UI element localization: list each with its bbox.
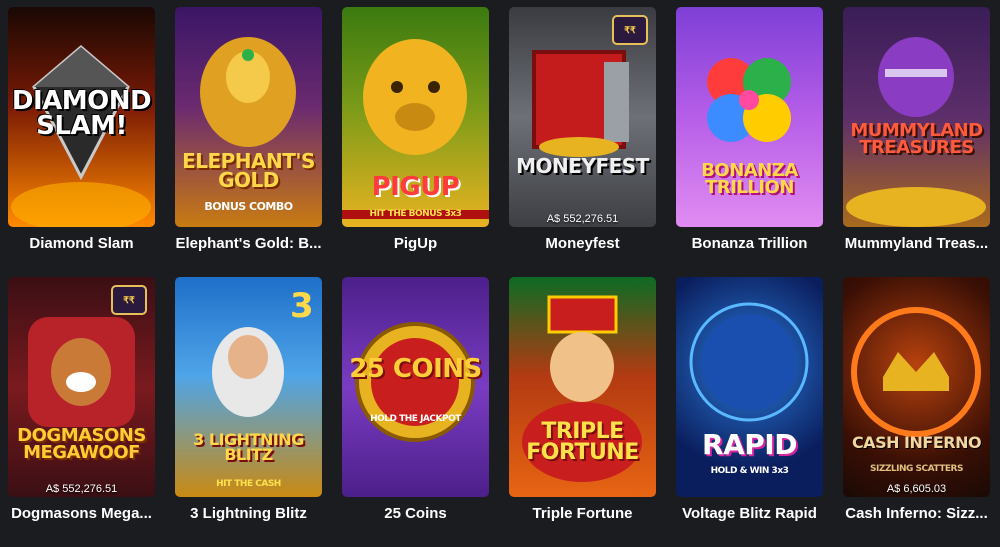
game-title[interactable]: Bonanza Trillion: [676, 235, 823, 252]
elephant-art-icon: [200, 37, 296, 147]
game-card[interactable]: PIGUP HIT THE BONUS 3x3 PigUp: [342, 7, 489, 277]
game-title[interactable]: 25 Coins: [342, 505, 489, 522]
game-logo: MUMMYLAND TREASURES: [850, 120, 983, 159]
game-card[interactable]: DIAMOND SLAM! Diamond Slam: [8, 7, 155, 277]
game-card[interactable]: ELEPHANT'S GOLD BONUS COMBO Elephant's G…: [175, 7, 322, 277]
game-title[interactable]: Voltage Blitz Rapid: [676, 505, 823, 522]
game-subtitle: HIT THE CASH: [216, 479, 281, 489]
game-thumbnail[interactable]: PIGUP HIT THE BONUS 3x3: [342, 7, 489, 227]
coin-art-icon: [355, 322, 475, 442]
game-title[interactable]: Diamond Slam: [8, 235, 155, 252]
game-card[interactable]: ₹₹ DOGMASONS MEGAWOOF A$ 552,276.51 Dogm…: [8, 277, 155, 547]
game-thumbnail[interactable]: ₹₹ DOGMASONS MEGAWOOF A$ 552,276.51: [8, 277, 155, 497]
game-subtitle: HOLD & WIN 3x3: [710, 466, 789, 476]
game-thumbnail[interactable]: BONANZA TRILLION: [676, 7, 823, 227]
game-title[interactable]: 3 Lightning Blitz: [175, 505, 322, 522]
svg-text:3: 3: [290, 286, 314, 326]
game-subtitle: HIT THE BONUS 3x3: [342, 210, 489, 219]
game-thumbnail[interactable]: MUMMYLAND TREASURES: [843, 7, 990, 227]
game-title[interactable]: Dogmasons Mega...: [8, 505, 155, 522]
game-logo: PIGUP: [371, 172, 460, 202]
game-logo: MONEYFEST: [516, 154, 649, 178]
game-subtitle: SIZZLING SCATTERS: [870, 464, 963, 474]
game-logo: DIAMOND SLAM!: [11, 86, 152, 141]
game-title[interactable]: Moneyfest: [509, 235, 656, 252]
game-thumbnail[interactable]: RAPID HOLD & WIN 3x3: [676, 277, 823, 497]
game-thumbnail[interactable]: DIAMOND SLAM!: [8, 7, 155, 227]
game-thumbnail[interactable]: 25 COINS HOLD THE JACKPOT: [342, 277, 489, 497]
jackpot-amount: A$ 552,276.51: [45, 483, 118, 495]
game-grid: DIAMOND SLAM! Diamond Slam ELEPHANT'S GO…: [8, 7, 990, 547]
game-logo: BONANZA TRILLION: [701, 160, 798, 199]
game-title[interactable]: Cash Inferno: Sizz...: [843, 505, 990, 522]
jackpot-amount: A$ 6,605.03: [886, 483, 947, 495]
game-thumbnail[interactable]: ELEPHANT'S GOLD BONUS COMBO: [175, 7, 322, 227]
game-card[interactable]: TRIPLE FORTUNE Triple Fortune: [509, 277, 656, 547]
energy-orb-art-icon: [689, 302, 809, 422]
game-card[interactable]: 25 COINS HOLD THE JACKPOT 25 Coins: [342, 277, 489, 547]
game-title[interactable]: PigUp: [342, 235, 489, 252]
game-logo: TRIPLE FORTUNE: [526, 419, 639, 465]
game-logo: ELEPHANT'S GOLD: [182, 149, 315, 192]
game-card[interactable]: RAPID HOLD & WIN 3x3 Voltage Blitz Rapid: [676, 277, 823, 547]
game-thumbnail[interactable]: 3 3 LIGHTNING BLITZ HIT THE CASH: [175, 277, 322, 497]
game-card[interactable]: MUMMYLAND TREASURES Mummyland Treas...: [843, 7, 990, 277]
game-title[interactable]: Triple Fortune: [509, 505, 656, 522]
game-thumbnail[interactable]: CASH INFERNO SIZZLING SCATTERS A$ 6,605.…: [843, 277, 990, 497]
game-title[interactable]: Mummyland Treas...: [843, 235, 990, 252]
game-logo: 25 COINS: [349, 354, 482, 384]
game-subtitle: HOLD THE JACKPOT: [370, 414, 461, 424]
mummy-art-icon: [846, 37, 986, 227]
game-subtitle: BONUS COMBO: [204, 200, 293, 213]
game-logo: CASH INFERNO: [851, 433, 982, 452]
game-thumbnail[interactable]: TRIPLE FORTUNE: [509, 277, 656, 497]
game-logo: 3 LIGHTNING BLITZ: [193, 430, 304, 465]
jackpot-badge-icon: ₹₹: [111, 285, 147, 315]
jackpot-amount: A$ 552,276.51: [546, 213, 619, 225]
game-card[interactable]: BONANZA TRILLION Bonanza Trillion: [676, 7, 823, 277]
game-thumbnail[interactable]: ₹₹ MONEYFEST A$ 552,276.51: [509, 7, 656, 227]
game-logo: RAPID: [702, 428, 797, 461]
zeus-art-icon: 3: [212, 286, 314, 417]
game-title[interactable]: Elephant's Gold: B...: [175, 235, 322, 252]
game-card[interactable]: 3 3 LIGHTNING BLITZ HIT THE CASH 3 Light…: [175, 277, 322, 547]
game-logo: DOGMASONS MEGAWOOF: [17, 425, 146, 464]
game-card[interactable]: ₹₹ MONEYFEST A$ 552,276.51 Moneyfest: [509, 7, 656, 277]
jackpot-badge-icon: ₹₹: [612, 15, 648, 45]
game-card[interactable]: CASH INFERNO SIZZLING SCATTERS A$ 6,605.…: [843, 277, 990, 547]
